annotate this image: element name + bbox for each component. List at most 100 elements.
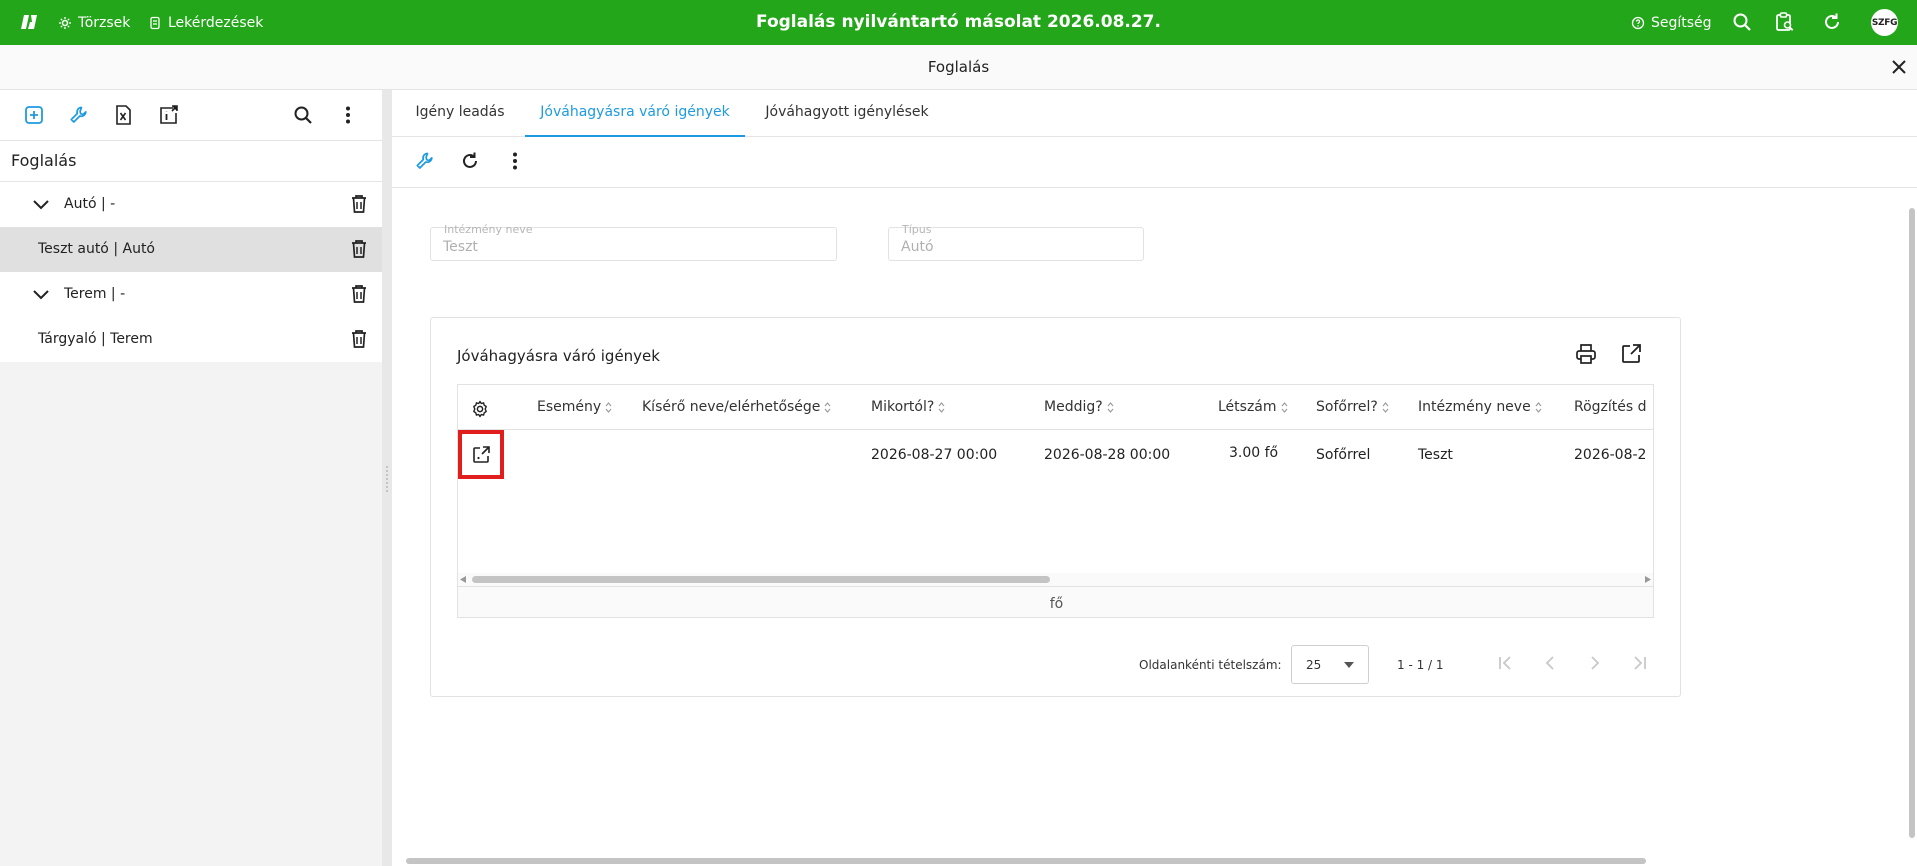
- help-label: Segítség: [1651, 14, 1712, 31]
- help-button[interactable]: Segítség: [1631, 0, 1712, 45]
- tree-item-label: Terem | -: [64, 286, 126, 302]
- column-label: Kísérő neve/elérhetősége: [642, 399, 821, 415]
- trash-icon[interactable]: [350, 194, 368, 214]
- table-summary-footer: fő: [458, 586, 1653, 617]
- top-bar: Törzsek Lekérdezések Foglalás nyilvántar…: [0, 0, 1917, 45]
- column-header-mikortol[interactable]: Mikortól?: [871, 399, 945, 415]
- column-header-soforrel[interactable]: Sofőrrel?: [1316, 399, 1389, 415]
- trash-icon[interactable]: [350, 239, 368, 259]
- clipboard-search-icon[interactable]: [1774, 11, 1796, 33]
- type-field-label: Típus: [902, 223, 932, 236]
- card-title: Jóváhagyásra váró igények: [457, 347, 660, 365]
- open-record-icon: [473, 445, 490, 463]
- column-label: Intézmény neve: [1418, 399, 1531, 415]
- previous-page-icon[interactable]: [1540, 653, 1560, 673]
- tab-jovahagyasra-varo[interactable]: Jóváhagyásra váró igények: [525, 90, 745, 137]
- cell-with-driver: Sofőrrel: [1316, 447, 1371, 463]
- cell-to: 2026-08-28 00:00: [1044, 447, 1171, 463]
- more-vertical-icon[interactable]: [337, 104, 359, 126]
- left-heading-label: Foglalás: [11, 151, 77, 170]
- dropdown-arrow-icon: [1344, 662, 1354, 668]
- open-row-button[interactable]: [458, 430, 504, 479]
- panel-splitter[interactable]: [382, 90, 392, 866]
- column-label: Meddig?: [1044, 399, 1103, 415]
- refresh-icon[interactable]: [459, 150, 481, 172]
- sort-icon: [1107, 401, 1114, 413]
- content-toolbar: [392, 137, 1917, 188]
- table-header: Esemény Kísérő neve/elérhetősége Mikortó…: [458, 385, 1653, 430]
- app-logo-icon[interactable]: [20, 12, 40, 32]
- type-input[interactable]: [901, 239, 1130, 255]
- content-scroll-thumb[interactable]: [1909, 208, 1915, 838]
- resource-tree: Autó | - Teszt autó | Autó Terem | - Tár…: [0, 182, 382, 362]
- wrench-icon[interactable]: [68, 104, 90, 126]
- trash-icon[interactable]: [350, 284, 368, 304]
- tree-item-targyalo[interactable]: Tárgyaló | Terem: [0, 317, 382, 362]
- open-external-icon[interactable]: [1619, 342, 1643, 366]
- wrench-icon[interactable]: [414, 150, 436, 172]
- tree-group-auto[interactable]: Autó | -: [0, 182, 382, 227]
- nav-lekerdezesek[interactable]: Lekérdezések: [148, 0, 263, 45]
- chevron-down-icon[interactable]: [32, 196, 50, 214]
- institution-input[interactable]: [443, 239, 808, 255]
- window-title: Foglalás: [927, 58, 990, 76]
- column-label: Esemény: [537, 399, 602, 415]
- first-page-icon[interactable]: [1495, 653, 1515, 673]
- trash-icon[interactable]: [350, 329, 368, 349]
- left-search-icon[interactable]: [292, 104, 314, 126]
- column-header-kisero[interactable]: Kísérő neve/elérhetősége: [642, 399, 831, 415]
- content-hscroll-thumb[interactable]: [406, 858, 1646, 864]
- sort-icon: [938, 401, 945, 413]
- requests-table: Esemény Kísérő neve/elérhetősége Mikortó…: [457, 384, 1654, 618]
- tab-igeny-leadas[interactable]: Igény leadás: [398, 90, 522, 137]
- app-title: Foglalás nyilvántartó másolat 2026.08.27…: [756, 12, 1161, 32]
- search-icon[interactable]: [1731, 11, 1753, 33]
- page-size-select[interactable]: 25: [1291, 645, 1369, 684]
- next-page-icon[interactable]: [1585, 653, 1605, 673]
- avatar[interactable]: SZFG: [1871, 9, 1898, 36]
- content-horizontal-scrollbar[interactable]: [392, 856, 1917, 866]
- nav-torzsek[interactable]: Törzsek: [58, 0, 130, 45]
- sort-icon: [825, 401, 831, 413]
- column-header-meddig[interactable]: Meddig?: [1044, 399, 1114, 415]
- close-icon[interactable]: [1888, 56, 1910, 78]
- column-header-intezmeny[interactable]: Intézmény neve: [1418, 399, 1542, 415]
- list-icon: [150, 16, 160, 29]
- tree-item-teszt-auto[interactable]: Teszt autó | Autó: [0, 227, 382, 272]
- tab-jovahagyott[interactable]: Jóváhagyott igénylések: [754, 90, 940, 137]
- gear-icon: [59, 16, 71, 29]
- institution-field[interactable]: Intézmény neve: [430, 223, 837, 261]
- last-page-icon[interactable]: [1630, 653, 1650, 673]
- column-label: Létszám: [1218, 399, 1277, 415]
- type-field[interactable]: Típus: [888, 223, 1144, 261]
- scroll-right-icon[interactable]: [1645, 576, 1651, 583]
- page-size-value: 25: [1306, 658, 1322, 672]
- tree-group-terem[interactable]: Terem | -: [0, 272, 382, 317]
- page-range: 1 - 1 / 1: [1397, 658, 1444, 672]
- print-icon[interactable]: [1574, 342, 1598, 366]
- left-panel-heading: Foglalás: [0, 141, 382, 182]
- cell-institution: Teszt: [1418, 447, 1453, 463]
- settings-gear-icon[interactable]: [471, 400, 489, 418]
- content-vertical-scrollbar[interactable]: [1907, 188, 1917, 858]
- cell-recorded: 2026-08-2: [1574, 447, 1647, 463]
- chevron-down-icon[interactable]: [32, 286, 50, 304]
- column-header-esemeny[interactable]: Esemény: [537, 399, 612, 415]
- help-icon: [1631, 16, 1645, 29]
- splitter-grip[interactable]: [385, 465, 389, 493]
- refresh-icon[interactable]: [1821, 11, 1843, 33]
- table-scroll-thumb[interactable]: [472, 576, 1050, 583]
- window-title-bar: Foglalás: [0, 45, 1917, 90]
- info-export-icon[interactable]: [157, 104, 179, 126]
- institution-field-label: Intézmény neve: [444, 223, 533, 236]
- sort-icon: [1535, 401, 1542, 413]
- left-panel: Foglalás Autó | - Teszt autó | Autó Tere: [0, 90, 382, 866]
- column-header-rogzites[interactable]: Rögzítés d: [1574, 399, 1647, 415]
- column-header-letszam[interactable]: Létszám: [1218, 399, 1288, 415]
- excel-export-icon[interactable]: [112, 104, 134, 126]
- add-icon[interactable]: [23, 104, 45, 126]
- table-horizontal-scrollbar[interactable]: [458, 573, 1653, 586]
- scroll-left-icon[interactable]: [460, 576, 466, 583]
- more-vertical-icon[interactable]: [504, 150, 526, 172]
- page-size-label: Oldalankénti tételszám:: [1139, 658, 1282, 672]
